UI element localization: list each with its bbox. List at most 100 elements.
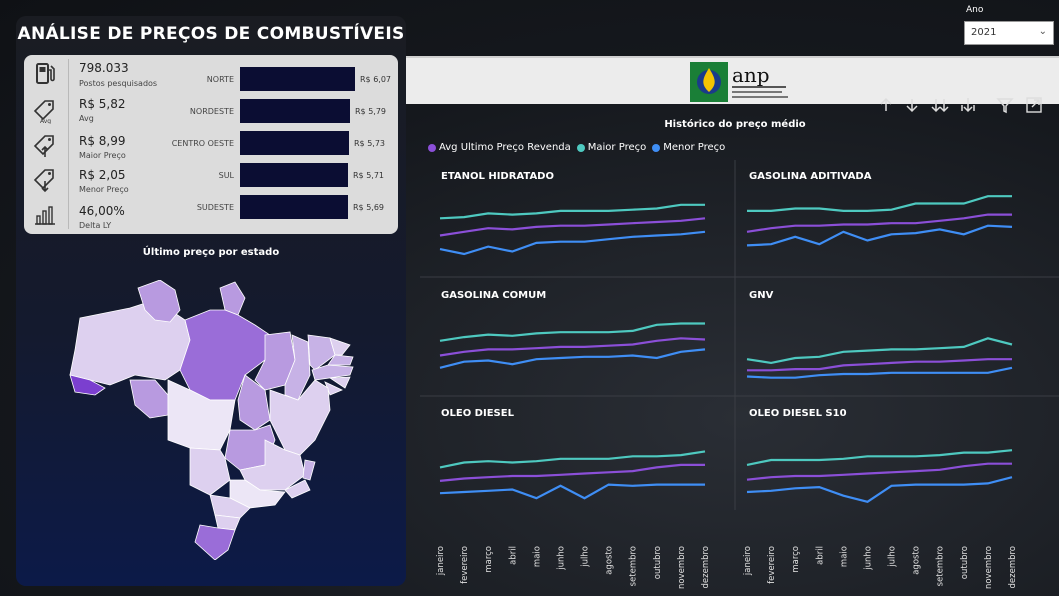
region-value-label: R$ 6,07 [360, 75, 392, 84]
focus-mode-icon[interactable] [1024, 95, 1044, 115]
x-tick-label: junho [864, 546, 874, 571]
kpi-label-avg: Avg [79, 114, 94, 123]
x-tick-label: dezembro [1008, 546, 1018, 589]
x-tick-label: julho [888, 546, 898, 568]
expand-all-icon[interactable] [958, 95, 978, 115]
fuel-pump-icon [36, 63, 55, 84]
x-tick-label: março [791, 546, 801, 573]
x-tick-label: junho [557, 546, 567, 571]
x-tick-label: abril [815, 546, 825, 565]
series-line-maior-pre-o[interactable] [439, 322, 705, 342]
legend-item-avg[interactable]: Avg Ultimo Preço Revenda [428, 142, 571, 153]
kpi-label-max: Maior Preço [79, 151, 126, 160]
x-tick-label: janeiro [743, 546, 753, 576]
svg-text:anp: anp [732, 63, 770, 87]
x-tick-label: fevereiro [767, 546, 777, 584]
series-line-menor-pre-o[interactable] [746, 224, 1013, 247]
series-line-maior-pre-o[interactable] [439, 203, 705, 220]
x-tick-label: maio [532, 546, 542, 567]
series-line-avg-ultimo-pre-o-revenda[interactable] [746, 213, 1012, 233]
legend-label: Maior Preço [587, 142, 647, 153]
x-tick-label: setembro [936, 546, 946, 586]
state-ms [189, 447, 231, 496]
kpi-value-stations: 798.033 [79, 61, 129, 75]
x-tick-label: outubro [960, 546, 970, 579]
series-line-maior-pre-o[interactable] [747, 195, 1012, 212]
drill-up-icon[interactable] [876, 95, 896, 115]
legend-label: Avg Ultimo Preço Revenda [439, 142, 571, 153]
kpi-value-min: R$ 2,05 [79, 168, 126, 182]
svg-text:Avg: Avg [40, 118, 51, 124]
region-label: NORTE [206, 75, 234, 84]
series-line-menor-pre-o[interactable] [439, 348, 706, 369]
x-tick-label: novembro [677, 546, 687, 589]
legend-item-min[interactable]: Menor Preço [652, 142, 725, 153]
kpi-label-min: Menor Preço [79, 185, 129, 194]
expand-next-level-icon[interactable] [930, 95, 950, 115]
price-down-tag-icon [33, 169, 54, 193]
x-tick-label: janeiro [436, 546, 446, 576]
region-value-label: R$ 5,79 [355, 107, 387, 116]
state-rs [194, 524, 236, 560]
x-tick-label: maio [839, 546, 849, 567]
region-bar[interactable] [240, 163, 348, 187]
region-label: SUDESTE [196, 203, 234, 212]
region-value-label: R$ 5,71 [353, 171, 385, 180]
page-title: ANÁLISE DE PREÇOS DE COMBUSTÍVEIS [17, 24, 405, 44]
x-tick-label: março [484, 546, 494, 573]
x-tick-label: julho [581, 546, 591, 568]
year-filter-label: Ano [966, 5, 984, 15]
kpi-label-stations: Postos pesquisados [79, 79, 158, 88]
series-line-maior-pre-o[interactable] [746, 449, 1013, 466]
map-title: Último preço por estado [142, 247, 280, 258]
kpi-value-delta: 46,00% [79, 204, 125, 218]
x-tick-label: dezembro [701, 546, 711, 589]
series-line-avg-ultimo-pre-o-revenda[interactable] [439, 217, 706, 237]
x-tick-label: agosto [912, 546, 922, 575]
state-es [302, 459, 316, 481]
legend-dot [652, 143, 661, 152]
region-bar[interactable] [240, 67, 355, 91]
region-value-label: R$ 5,69 [353, 203, 385, 212]
filter-icon[interactable] [995, 95, 1015, 115]
legend-label: Menor Preço [663, 142, 726, 153]
anp-logo: anp [690, 62, 788, 102]
region-value-label: R$ 5,73 [354, 139, 386, 148]
region-bar[interactable] [240, 195, 348, 219]
legend-item-max[interactable]: Maior Preço [576, 142, 647, 153]
series-line-menor-pre-o[interactable] [746, 476, 1013, 503]
kpi-label-delta: Delta LY [79, 221, 112, 230]
history-chart-title: Histórico do preço médio [664, 119, 806, 130]
x-tick-label: agosto [605, 546, 615, 575]
series-line-avg-ultimo-pre-o-revenda[interactable] [439, 463, 705, 482]
history-small-multiples-chart: janeiro fevereiro março abril maio junho julho… [420, 160, 1059, 589]
region-bar[interactable] [240, 99, 350, 123]
x-tick-label: setembro [629, 546, 639, 586]
bar-chart-icon [35, 206, 55, 225]
chevron-down-icon[interactable]: ⌄ [1039, 26, 1047, 37]
series-line-menor-pre-o[interactable] [439, 230, 706, 256]
series-line-avg-ultimo-pre-o-revenda[interactable] [747, 358, 1012, 372]
price-up-tag-icon [33, 135, 54, 157]
avg-price-tag-icon: Avg [33, 100, 54, 124]
x-tick-label: fevereiro [460, 546, 470, 584]
chart-legend: Avg Ultimo Preço Revenda Maior Preço Men… [428, 142, 725, 153]
region-label: SUL [218, 171, 234, 180]
series-line-avg-ultimo-pre-o-revenda[interactable] [746, 462, 1012, 481]
region-label: NORDESTE [189, 107, 234, 116]
series-line-menor-pre-o[interactable] [439, 483, 705, 500]
state-ro [129, 379, 169, 419]
series-line-avg-ultimo-pre-o-revenda[interactable] [439, 337, 706, 357]
year-select-value: 2021 [971, 27, 997, 38]
kpi-card: Avg 798.033 Postos pesquisados R$ 5,82 A… [24, 55, 398, 234]
series-line-maior-pre-o[interactable] [439, 450, 706, 469]
kpi-divider [68, 59, 69, 229]
kpi-value-avg: R$ 5,82 [79, 97, 126, 111]
legend-dot [428, 143, 436, 152]
x-tick-label: outubro [653, 546, 663, 579]
brazil-state-map[interactable] [60, 280, 380, 560]
region-bar[interactable] [240, 131, 349, 155]
drill-down-icon[interactable] [902, 95, 922, 115]
x-tick-label: abril [508, 546, 518, 565]
year-select[interactable]: 2021 ⌄ [964, 21, 1054, 45]
